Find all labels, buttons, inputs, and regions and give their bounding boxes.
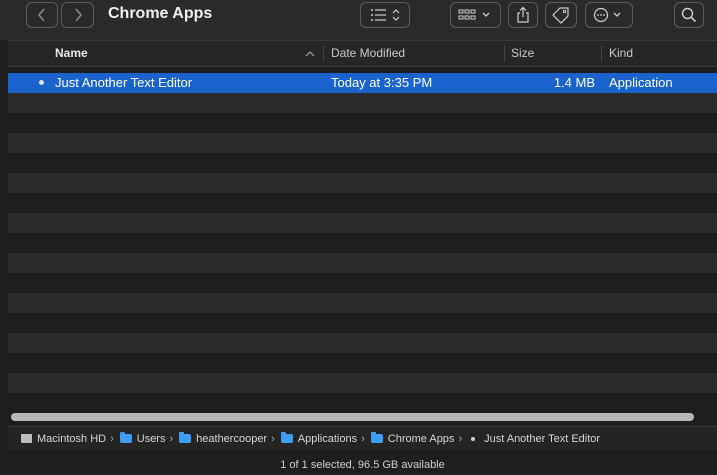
column-header-date-modified[interactable]: Date Modified <box>331 41 405 66</box>
path-item-label: Applications <box>297 432 358 445</box>
path-item-heathercooper[interactable]: heathercooper <box>179 432 268 445</box>
search-button[interactable] <box>674 2 704 28</box>
empty-row <box>8 253 717 273</box>
path-item-applications[interactable]: Applications <box>280 432 358 445</box>
column-divider[interactable] <box>504 45 505 62</box>
empty-row <box>8 393 717 410</box>
path-item-macintosh-hd[interactable]: Macintosh HD <box>21 433 106 445</box>
toolbar: Chrome Apps <box>0 0 717 40</box>
chevron-right-icon: › <box>361 432 365 445</box>
empty-row <box>8 133 717 153</box>
empty-row <box>8 333 717 353</box>
empty-row <box>8 193 717 213</box>
forward-button[interactable] <box>61 2 94 28</box>
empty-row <box>8 313 717 333</box>
column-header-name[interactable]: Name <box>55 41 88 66</box>
list-view-button[interactable] <box>360 2 410 28</box>
chevron-right-icon: › <box>271 432 275 445</box>
hard-drive-icon <box>21 434 32 443</box>
empty-row <box>8 93 717 113</box>
path-item-label: Just Another Text Editor <box>484 432 601 445</box>
empty-row <box>8 113 717 133</box>
chevron-left-icon <box>38 8 45 22</box>
file-row[interactable]: Just Another Text Editor Today at 3:35 P… <box>8 73 717 93</box>
ellipsis-circle-icon <box>593 7 621 23</box>
share-button[interactable] <box>508 2 538 28</box>
column-header-bar: Name Date Modified Size Kind <box>8 40 717 67</box>
path-item-users[interactable]: Users <box>119 432 166 445</box>
scrollbar-thumb[interactable] <box>11 413 694 421</box>
group-button[interactable] <box>450 2 501 28</box>
file-name: Just Another Text Editor <box>55 75 193 90</box>
chevron-right-icon: › <box>169 432 174 445</box>
window-title: Chrome Apps <box>108 5 213 22</box>
status-bar: 1 of 1 selected, 96.5 GB available <box>280 459 445 471</box>
file-kind: Application <box>609 75 673 90</box>
app-icon <box>471 436 476 441</box>
folder-icon <box>280 432 293 443</box>
path-item-label: heathercooper <box>196 432 268 445</box>
file-size: 1.4 MB <box>553 75 595 90</box>
empty-row <box>8 353 717 373</box>
chevron-right-icon <box>74 8 82 22</box>
empty-row <box>8 233 717 253</box>
folder-icon <box>119 432 132 443</box>
grid-group-icon <box>458 9 489 20</box>
list-view-icon <box>371 9 400 21</box>
tag-button[interactable] <box>545 2 577 28</box>
empty-row <box>8 373 717 393</box>
column-divider[interactable] <box>323 45 324 62</box>
finder-window: Chrome Apps Name Date Modified Size Kind… <box>0 0 717 475</box>
chevron-right-icon: › <box>458 432 463 445</box>
path-item-label: Users <box>136 432 166 445</box>
tag-icon <box>552 7 569 24</box>
folder-icon <box>370 432 383 443</box>
empty-row <box>8 173 717 193</box>
empty-row <box>8 293 717 313</box>
back-button[interactable] <box>26 2 58 28</box>
path-item-chrome-apps[interactable]: Chrome Apps <box>370 432 455 445</box>
file-date-modified: Today at 3:35 PM <box>331 75 433 90</box>
sort-ascending-icon[interactable] <box>305 41 315 66</box>
path-item-app[interactable]: Just Another Text Editor <box>468 433 600 445</box>
column-header-kind[interactable]: Kind <box>609 41 633 66</box>
empty-row <box>8 213 717 233</box>
chevron-right-icon: › <box>110 432 114 445</box>
share-icon <box>517 6 529 23</box>
path-item-label: Macintosh HD <box>37 432 107 445</box>
empty-row <box>8 153 717 173</box>
action-button[interactable] <box>585 2 633 28</box>
path-item-label: Chrome Apps <box>387 432 455 445</box>
horizontal-scrollbar[interactable] <box>8 410 717 424</box>
path-bar: Macintosh HD › Users › heathercooper › A… <box>8 426 717 450</box>
column-header-size[interactable]: Size <box>511 41 534 66</box>
empty-row <box>8 273 717 293</box>
app-icon <box>39 80 44 85</box>
column-divider[interactable] <box>601 45 602 62</box>
folder-icon <box>179 432 192 443</box>
search-icon <box>681 7 697 23</box>
file-list[interactable]: Just Another Text Editor Today at 3:35 P… <box>8 73 717 410</box>
